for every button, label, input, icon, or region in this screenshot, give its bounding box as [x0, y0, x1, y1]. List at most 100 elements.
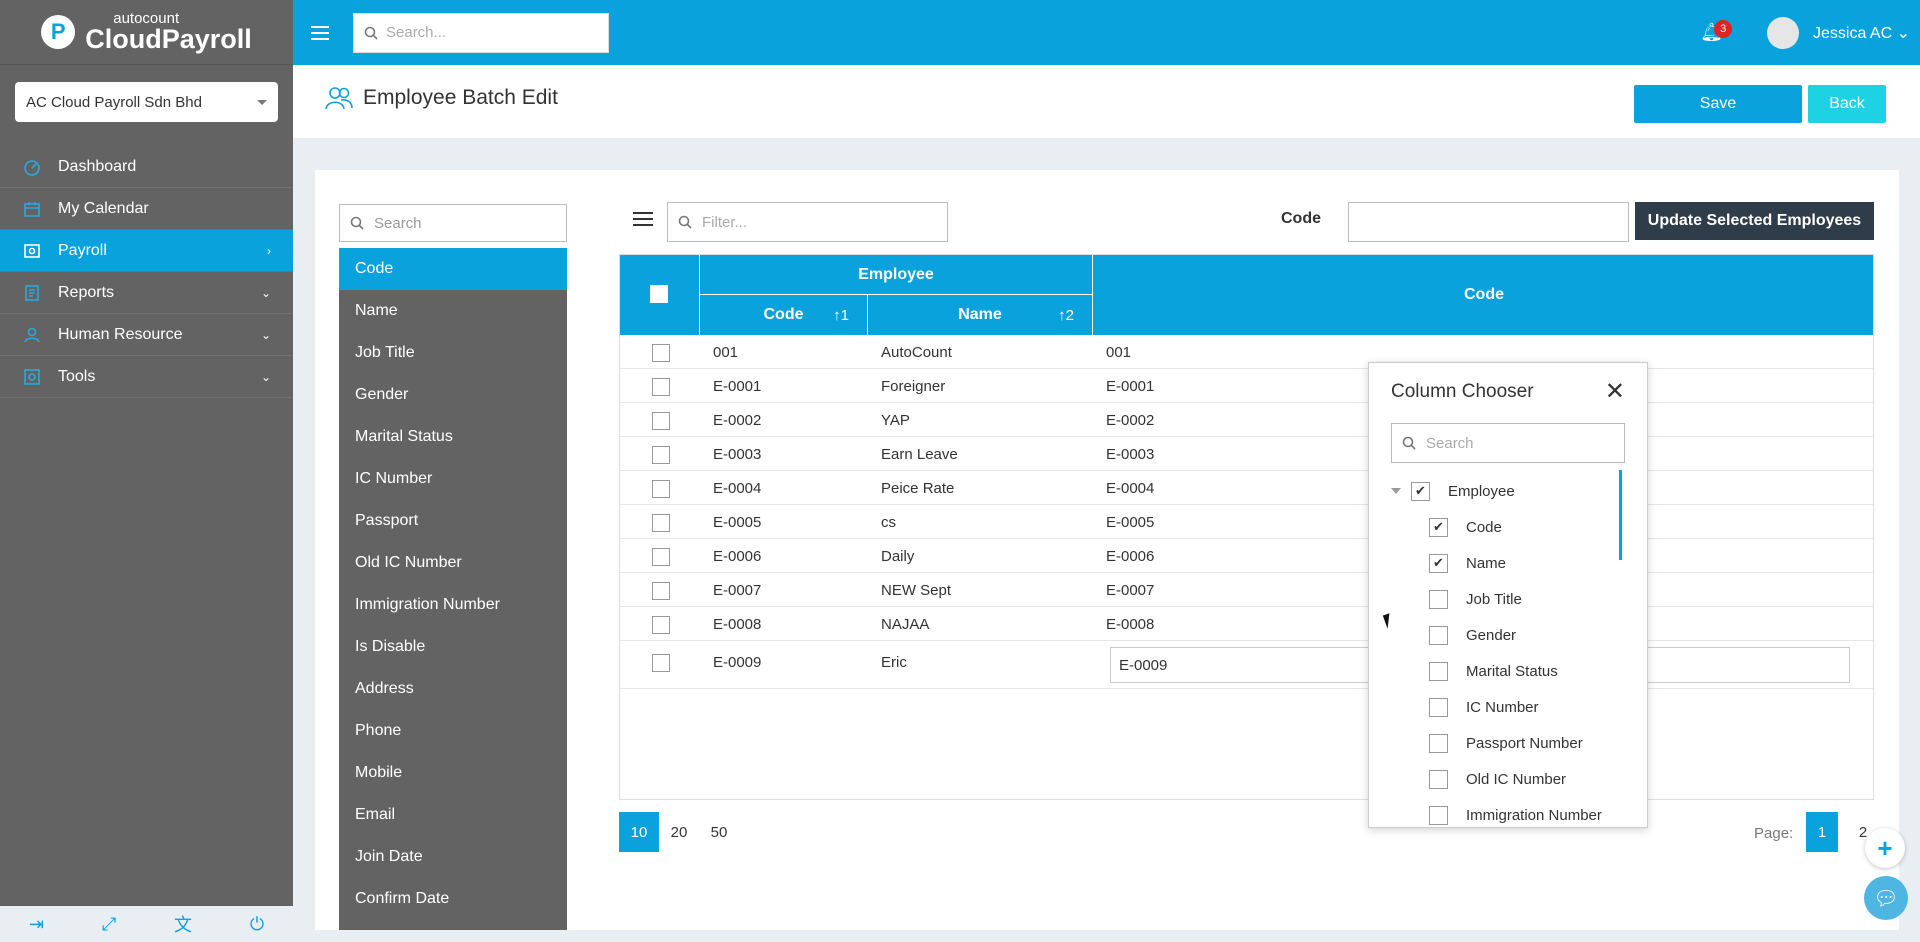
field-item[interactable]: Old IC Number [339, 542, 567, 584]
company-select[interactable]: AC Cloud Payroll Sdn Bhd [15, 82, 278, 122]
chat-icon[interactable]: 💬︎ [1864, 876, 1908, 920]
table-row[interactable]: 001 AutoCount 001 [620, 335, 1873, 369]
logout-icon[interactable]: ⇥ [29, 914, 44, 935]
column-chooser-item[interactable]: IC Number [1391, 689, 1625, 725]
column-checkbox[interactable]: ✔ [1429, 553, 1448, 573]
field-item[interactable]: Immigration Number [339, 584, 567, 626]
avatar[interactable] [1767, 16, 1799, 49]
table-row-editing[interactable]: E-0009 Eric E-0009 [620, 641, 1873, 689]
row-checkbox[interactable] [652, 446, 670, 464]
sidebar-item-human-resource[interactable]: Human Resource ⌄ [0, 314, 293, 356]
column-chooser-scrollbar[interactable] [1619, 470, 1622, 560]
column-checkbox[interactable] [1429, 733, 1448, 753]
column-checkbox[interactable]: ✔ [1429, 517, 1448, 537]
menu-toggle-icon[interactable] [311, 25, 329, 40]
row-checkbox[interactable] [652, 616, 670, 634]
column-chooser-item[interactable]: Marital Status [1391, 653, 1625, 689]
field-item[interactable]: Passport [339, 500, 567, 542]
row-checkbox[interactable] [652, 344, 670, 362]
table-row[interactable]: E-0007 NEW Sept E-0007 [620, 573, 1873, 607]
add-fab-button[interactable]: + [1865, 828, 1905, 868]
field-item[interactable]: Address [339, 668, 567, 710]
save-button[interactable]: Save [1634, 85, 1802, 123]
back-button[interactable]: Back [1808, 85, 1886, 123]
row-code: E-0009 [713, 654, 762, 671]
field-item[interactable]: Mobile [339, 752, 567, 794]
field-item[interactable]: Marital Status [339, 416, 567, 458]
field-item[interactable]: Name [339, 290, 567, 332]
column-checkbox[interactable] [1429, 589, 1448, 609]
column-chooser-item[interactable]: Immigration Number [1391, 797, 1625, 827]
notification-bell-icon[interactable]: 🔔︎ 3 [1700, 20, 1733, 43]
column-chooser-item[interactable]: Job Title [1391, 581, 1625, 617]
update-selected-employees-button[interactable]: Update Selected Employees [1635, 202, 1874, 240]
page-size-option[interactable]: 50 [699, 812, 739, 852]
row-checkbox[interactable] [652, 654, 670, 672]
column-checkbox[interactable] [1429, 805, 1448, 825]
table-row[interactable]: E-0008 NAJAA E-0008 [620, 607, 1873, 641]
field-item[interactable]: IC Number [339, 458, 567, 500]
field-item[interactable]: Job Title [339, 332, 567, 374]
filter-input[interactable]: Filter... [667, 202, 948, 242]
sidebar-item-tools[interactable]: Tools ⌄ [0, 356, 293, 398]
select-all-checkbox[interactable] [650, 285, 668, 303]
column-checkbox[interactable]: ✔ [1411, 481, 1430, 501]
field-item[interactable]: Gender [339, 374, 567, 416]
page-number[interactable]: 1 [1806, 812, 1838, 852]
sidebar-item-reports[interactable]: Reports ⌄ [0, 272, 293, 314]
field-item[interactable]: Phone [339, 710, 567, 752]
row-checkbox[interactable] [652, 412, 670, 430]
global-search-placeholder: Search... [386, 24, 447, 41]
column-chooser-item[interactable]: ✔ Name [1391, 545, 1625, 581]
calendar-icon [22, 199, 42, 219]
row-checkbox[interactable] [652, 548, 670, 566]
global-search-input[interactable]: Search... [353, 12, 609, 53]
page-size-option[interactable]: 20 [659, 812, 699, 852]
table-row[interactable]: E-0001 Foreigner E-0001 [620, 369, 1873, 403]
name-column-header[interactable]: Name ↑2 [868, 295, 1093, 335]
table-row[interactable]: E-0006 Daily E-0006 [620, 539, 1873, 573]
grid-menu-icon[interactable] [633, 212, 653, 226]
row-checkbox[interactable] [652, 480, 670, 498]
column-chooser-item[interactable]: Gender [1391, 617, 1625, 653]
page-size-option[interactable]: 10 [619, 812, 659, 852]
sidebar-item-my-calendar[interactable]: My Calendar [0, 188, 293, 230]
language-icon[interactable]: 文 [174, 911, 192, 937]
power-icon[interactable]: ⏻ [250, 914, 264, 935]
close-icon[interactable]: ✕ [1605, 377, 1625, 406]
logo-big-text: CloudPayroll [85, 24, 252, 54]
field-item[interactable]: Is Disable [339, 626, 567, 668]
table-row[interactable]: E-0004 Peice Rate E-0004 [620, 471, 1873, 505]
expand-triangle-icon[interactable] [1391, 488, 1401, 494]
table-row[interactable]: E-0002 YAP E-0002 [620, 403, 1873, 437]
field-item[interactable]: Confirm Date [339, 878, 567, 920]
column-chooser-search-input[interactable]: Search [1391, 423, 1625, 463]
column-checkbox[interactable] [1429, 697, 1448, 717]
sidebar-item-payroll[interactable]: Payroll › [0, 230, 293, 272]
row-checkbox[interactable] [652, 582, 670, 600]
field-item[interactable]: Join Date [339, 836, 567, 878]
field-item[interactable]: Code [339, 248, 567, 290]
column-chooser-item[interactable]: ✔ Code [1391, 509, 1625, 545]
fullscreen-icon[interactable]: ⤢ [102, 914, 116, 935]
code-value-input[interactable] [1348, 202, 1629, 242]
column-checkbox[interactable] [1429, 769, 1448, 789]
sidebar-item-dashboard[interactable]: Dashboard [0, 146, 293, 188]
column-chooser-item[interactable]: Old IC Number [1391, 761, 1625, 797]
table-row[interactable]: E-0005 cs E-0005 [620, 505, 1873, 539]
field-search-input[interactable]: Search [339, 204, 567, 242]
column-checkbox[interactable] [1429, 625, 1448, 645]
column-chooser-dialog: Column Chooser ✕ Search ✔ Employee ✔ Code … [1368, 362, 1648, 828]
column-chooser-item[interactable]: Passport Number [1391, 725, 1625, 761]
row-checkbox[interactable] [652, 378, 670, 396]
code-column-header[interactable]: Code ↑1 [700, 295, 868, 335]
sidebar-item-label: Payroll [58, 241, 107, 259]
column-checkbox[interactable] [1429, 661, 1448, 681]
field-item[interactable]: Email [339, 794, 567, 836]
table-row[interactable]: E-0003 Earn Leave E-0003 [620, 437, 1873, 471]
edit-code-column-header[interactable]: Code [1093, 255, 1875, 335]
row-checkbox[interactable] [652, 514, 670, 532]
user-menu[interactable]: Jessica AC ⌄ [1813, 23, 1910, 43]
column-chooser-group[interactable]: ✔ Employee [1391, 473, 1625, 509]
brand-logo[interactable]: P autocount CloudPayroll [0, 0, 293, 65]
